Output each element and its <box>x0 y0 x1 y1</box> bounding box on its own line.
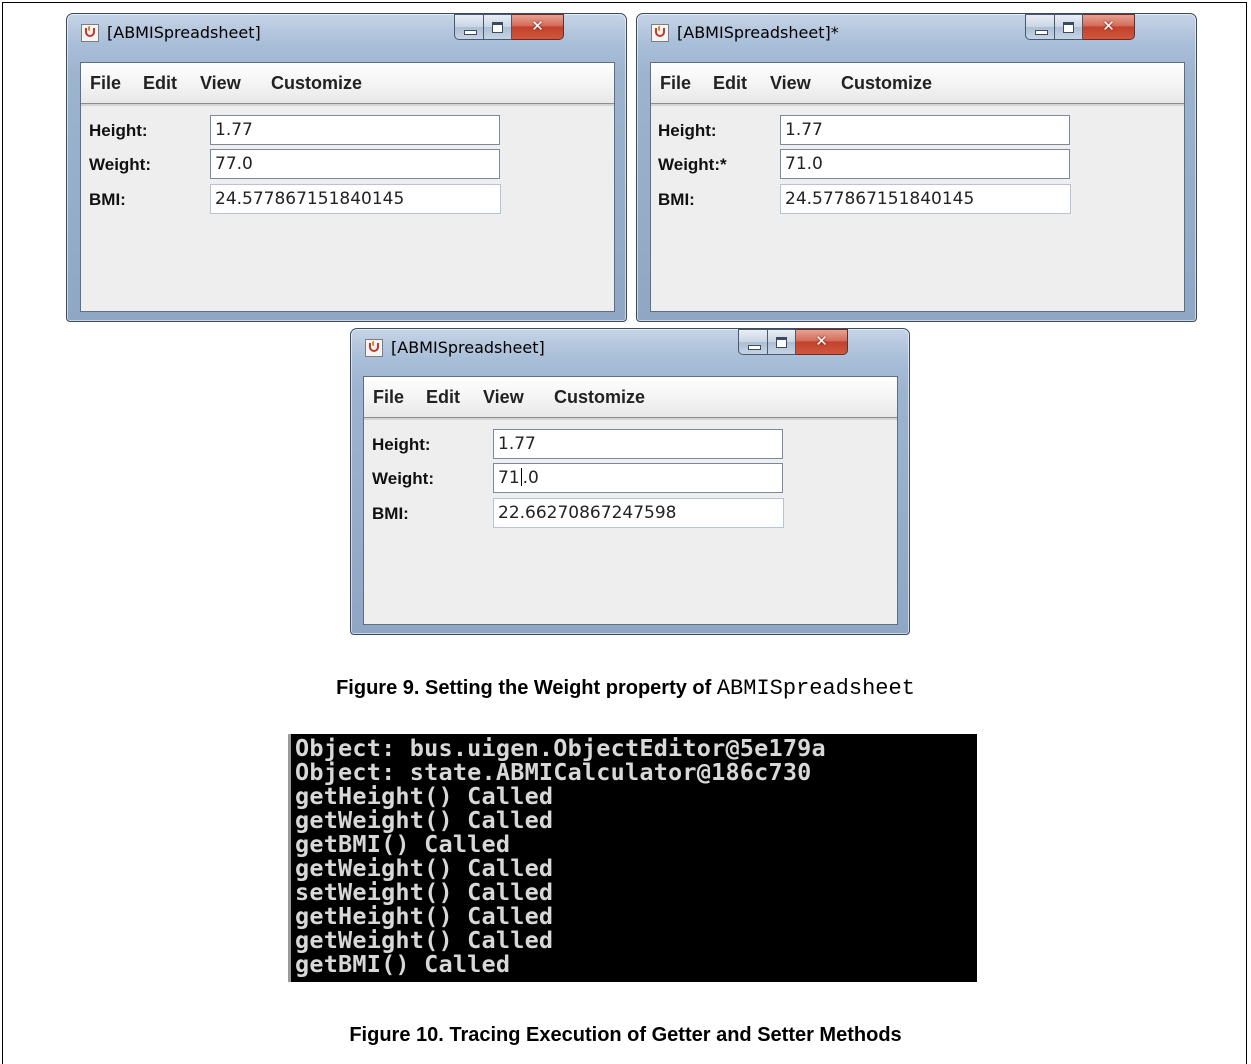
console-line: Object: state.ABMICalculator@186c730 <box>295 758 812 786</box>
weight-field[interactable]: 77.0 <box>210 149 500 179</box>
minimize-icon[interactable] <box>1025 14 1055 40</box>
maximize-icon[interactable] <box>484 14 512 40</box>
console-line: setWeight() Called <box>295 878 554 906</box>
close-icon[interactable] <box>512 14 564 40</box>
window-abmi-1[interactable]: [ABMISpreadsheet] File Edit View Customi… <box>66 13 627 322</box>
java-app-icon[interactable] <box>365 339 383 357</box>
java-app-icon[interactable] <box>651 24 669 42</box>
menu-bar: File Edit View Customize <box>364 377 897 418</box>
console-line: getWeight() Called <box>295 854 554 882</box>
window-abmi-3[interactable]: [ABMISpreadsheet] File Edit View Customi… <box>350 328 910 635</box>
window-title: [ABMISpreadsheet]* <box>677 23 839 42</box>
console-line: getBMI() Called <box>295 950 511 978</box>
menu-view[interactable]: View <box>200 73 241 94</box>
form-area: Height: 1.77 Weight: 77.0 BMI: 24.577867… <box>81 104 614 311</box>
window-client: File Edit View Customize Height: 1.77 We… <box>363 376 898 625</box>
height-label: Height: <box>372 435 431 454</box>
menu-edit[interactable]: Edit <box>713 73 747 94</box>
weight-label: Weight: <box>89 155 152 174</box>
menu-edit[interactable]: Edit <box>426 387 460 408</box>
menu-file[interactable]: File <box>660 73 691 94</box>
bmi-label: BMI: <box>89 190 126 209</box>
menu-bar: File Edit View Customize <box>651 63 1184 104</box>
height-field[interactable]: 1.77 <box>493 429 783 459</box>
console-line: getHeight() Called <box>295 782 554 810</box>
console-line: getWeight() Called <box>295 926 554 954</box>
close-icon[interactable] <box>1083 14 1135 40</box>
console-line: getHeight() Called <box>295 902 554 930</box>
figure-9-caption-text: Figure 9. Setting the Weight property of <box>336 677 712 699</box>
menu-view[interactable]: View <box>483 387 524 408</box>
menu-file[interactable]: File <box>90 73 121 94</box>
weight-value-before-caret: 71 <box>498 468 520 488</box>
weight-label: Weight: <box>372 469 435 488</box>
text-caret <box>520 468 522 486</box>
bmi-field[interactable]: 22.66270867247598 <box>493 498 784 528</box>
close-icon[interactable] <box>796 329 848 355</box>
maximize-icon[interactable] <box>1055 14 1083 40</box>
window-title: [ABMISpreadsheet] <box>107 23 261 42</box>
bmi-label: BMI: <box>658 190 695 209</box>
weight-field[interactable]: 71.0 <box>780 149 1070 179</box>
figure-9-caption-code: ABMISpreadsheet <box>716 676 915 701</box>
maximize-icon[interactable] <box>768 329 796 355</box>
bmi-field[interactable]: 24.577867151840145 <box>210 184 501 214</box>
window-client: File Edit View Customize Height: 1.77 We… <box>80 62 615 312</box>
weight-label: Weight:* <box>658 155 727 174</box>
form-area: Height: 1.77 Weight: 71.0 BMI: 22.662708… <box>364 418 897 624</box>
title-bar[interactable]: [ABMISpreadsheet] <box>351 329 909 369</box>
title-bar[interactable]: [ABMISpreadsheet] <box>67 14 626 54</box>
weight-value-after-caret: .0 <box>522 468 539 488</box>
figure-10-caption: Figure 10. Tracing Execution of Getter a… <box>0 1024 1251 1047</box>
height-label: Height: <box>89 121 148 140</box>
menu-customize[interactable]: Customize <box>841 73 932 94</box>
height-label: Height: <box>658 121 717 140</box>
minimize-icon[interactable] <box>738 329 768 355</box>
menu-customize[interactable]: Customize <box>271 73 362 94</box>
console-line: getWeight() Called <box>295 806 554 834</box>
window-title: [ABMISpreadsheet] <box>391 338 545 357</box>
figure-10-caption-text: Figure 10. Tracing Execution of Getter a… <box>349 1024 902 1046</box>
form-area: Height: 1.77 Weight:* 71.0 BMI: 24.57786… <box>651 104 1184 311</box>
height-field[interactable]: 1.77 <box>780 115 1070 145</box>
menu-bar: File Edit View Customize <box>81 63 614 104</box>
console-line: Object: bus.uigen.ObjectEditor@5e179a <box>295 734 826 762</box>
menu-edit[interactable]: Edit <box>143 73 177 94</box>
console-line: getBMI() Called <box>295 830 511 858</box>
title-bar[interactable]: [ABMISpreadsheet]* <box>637 14 1196 54</box>
minimize-icon[interactable] <box>454 14 484 40</box>
height-field[interactable]: 1.77 <box>210 115 500 145</box>
menu-view[interactable]: View <box>770 73 811 94</box>
bmi-label: BMI: <box>372 504 409 523</box>
console-output: Object: bus.uigen.ObjectEditor@5e179a Ob… <box>288 734 977 982</box>
weight-field[interactable]: 71.0 <box>493 463 783 493</box>
java-app-icon[interactable] <box>81 24 99 42</box>
figure-9-caption: Figure 9. Setting the Weight property of… <box>0 676 1251 701</box>
window-abmi-2[interactable]: [ABMISpreadsheet]* File Edit View Custom… <box>636 13 1197 322</box>
bmi-field[interactable]: 24.577867151840145 <box>780 184 1071 214</box>
menu-file[interactable]: File <box>373 387 404 408</box>
window-client: File Edit View Customize Height: 1.77 We… <box>650 62 1185 312</box>
menu-customize[interactable]: Customize <box>554 387 645 408</box>
